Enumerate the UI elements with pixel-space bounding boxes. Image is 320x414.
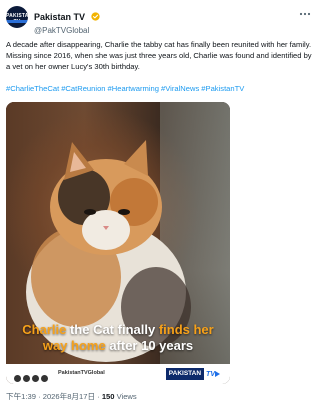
views-count: 150 — [101, 392, 115, 401]
avatar[interactable]: PAKISTAN TV — [6, 6, 28, 28]
author-names: Pakistan TV @PakTVGlobal — [34, 7, 101, 36]
caption-highlight: Charlie — [22, 322, 67, 337]
facebook-icon — [14, 375, 21, 383]
hashtag-link[interactable]: #CharlieTheCat — [6, 84, 59, 93]
caption-highlight: way home — [42, 338, 106, 353]
brand-logo: PAKISTAN TV — [165, 368, 222, 380]
tweet-header: PAKISTAN TV Pakistan TV @PakTVGlobal — [6, 6, 314, 36]
video-footer-bar: PakistanTVGlobal PAKISTAN TV — [6, 364, 230, 384]
caption-highlight: finds her — [158, 322, 214, 337]
hashtag-link[interactable]: #PakistanTV — [201, 84, 244, 93]
hashtag-link[interactable]: #ViralNews — [161, 84, 199, 93]
instagram-icon — [32, 375, 39, 383]
more-options-icon[interactable] — [298, 10, 312, 18]
hashtag-link[interactable]: #Heartwarming — [108, 84, 160, 93]
avatar-logo-text: PAKISTAN TV — [6, 13, 28, 25]
video-caption: Charlie the Cat finally finds her way hom… — [16, 322, 220, 354]
display-name[interactable]: Pakistan TV — [34, 12, 85, 23]
timestamp[interactable]: 下午1:39 · 2026年8月17日 · — [6, 392, 102, 401]
views-label: Views — [114, 392, 137, 401]
footer-handle: PakistanTVGlobal — [58, 370, 105, 376]
social-icons — [14, 370, 50, 383]
caption-text: after 10 years — [105, 338, 194, 353]
play-icon — [215, 371, 220, 377]
brand-name: PAKISTAN — [165, 368, 205, 380]
avatar-stripe — [6, 20, 28, 23]
author-handle[interactable]: @PakTVGlobal — [34, 25, 100, 36]
brand-suffix: TV — [206, 370, 215, 378]
verified-badge-icon — [91, 12, 101, 21]
tweet-meta: 下午1:39 · 2026年8月17日 · 150 Views — [6, 392, 137, 402]
hashtag-list: #CharlieTheCat #CatReunion #Heartwarming #V… — [6, 84, 312, 95]
x-icon — [23, 375, 30, 383]
tweet-text: A decade after disappearing, Charlie the… — [6, 40, 312, 71]
hashtag-link[interactable]: #CatReunion — [61, 84, 105, 93]
video-media[interactable]: Charlie the Cat finally finds her way hom… — [6, 102, 230, 384]
tweet-card: PAKISTAN TV Pakistan TV @PakTVGlobal A d… — [0, 0, 320, 414]
caption-text: the Cat finally — [66, 322, 159, 337]
youtube-icon — [41, 375, 48, 383]
